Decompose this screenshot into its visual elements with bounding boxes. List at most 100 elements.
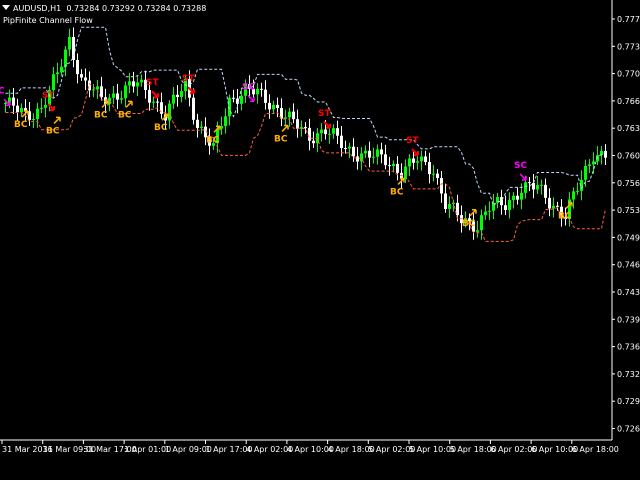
price-tick-label: 0.75665 — [617, 179, 640, 188]
price-tick-label: 0.76345 — [617, 124, 640, 133]
candle-body — [176, 94, 179, 97]
price-tick-label: 0.73965 — [617, 315, 640, 324]
candle-body — [576, 190, 579, 192]
signal-label: ST — [42, 91, 55, 101]
candle-body — [284, 117, 287, 119]
sell-arrow-icon — [151, 90, 159, 99]
candle-body — [376, 149, 379, 157]
candle-body — [480, 215, 483, 231]
candle-body — [128, 81, 131, 86]
candle-body — [508, 200, 511, 210]
signal-label: BC — [118, 110, 132, 120]
candle-body — [388, 165, 391, 167]
candle-body — [440, 177, 443, 194]
candle-body — [448, 204, 451, 209]
sell-arrow-icon — [411, 148, 419, 157]
signal-label: SC — [242, 82, 255, 92]
price-tick-label: 0.77705 — [617, 15, 640, 24]
candle-body — [100, 86, 103, 98]
price-tick-label: 0.77025 — [617, 70, 640, 79]
signal-label: ST — [406, 136, 419, 146]
price-tick-label: 0.76005 — [617, 152, 640, 161]
price-tick-label: 0.73285 — [617, 370, 640, 379]
candle-body — [520, 192, 523, 200]
candle-body — [592, 161, 595, 165]
signal-label: SC — [514, 161, 527, 171]
candle-body — [140, 79, 143, 83]
candle-body — [92, 89, 95, 91]
candle-body — [412, 158, 415, 163]
candle-body — [40, 107, 43, 109]
candle-body — [484, 211, 487, 216]
price-tick-label: 0.74985 — [617, 233, 640, 242]
buy-arrow-icon — [281, 124, 289, 132]
candle-body — [152, 101, 155, 103]
candle-body — [384, 154, 387, 166]
signal-label: ST — [182, 74, 195, 84]
candle-body — [356, 156, 359, 162]
candle-body — [512, 195, 515, 201]
candle-body — [36, 108, 39, 120]
candle-body — [364, 150, 367, 154]
candle-body — [420, 156, 423, 162]
signal-label: BC — [14, 120, 28, 130]
price-axis-labels: 0.77705 0.77365 0.77025 0.76685 0.76345 0.760… — [612, 15, 640, 434]
candle-body — [320, 129, 323, 134]
candle-body — [548, 197, 551, 209]
candle-body — [428, 162, 431, 175]
candle-body — [64, 49, 67, 67]
candle-body — [436, 173, 439, 178]
signal-label: BC — [94, 110, 108, 120]
candle-body — [540, 184, 543, 186]
candle-body — [324, 129, 327, 135]
price-chart[interactable]: 0.77705 0.77365 0.77025 0.76685 0.76345 0.760… — [0, 0, 640, 480]
candle-body — [68, 36, 71, 50]
candle-body — [288, 111, 291, 118]
candle-body — [588, 164, 591, 167]
price-tick-label: 0.74645 — [617, 261, 640, 270]
candle-body — [272, 104, 275, 110]
candle-body — [112, 93, 115, 98]
candle-body — [552, 205, 555, 209]
candle-body — [132, 81, 135, 87]
candle-body — [56, 72, 59, 75]
candle-body — [276, 104, 279, 109]
candle-body — [584, 166, 587, 180]
candle-body — [200, 126, 203, 128]
candle-body — [344, 148, 347, 150]
candle-body — [4, 102, 7, 104]
candle-body — [296, 119, 299, 129]
candle-body — [96, 86, 99, 90]
time-tick-label: 6 Apr 18:00 — [572, 445, 619, 454]
candle-body — [16, 105, 19, 113]
candle-body — [124, 85, 127, 99]
candle-body — [572, 191, 575, 200]
signal-label: ST — [146, 78, 159, 88]
candle-body — [260, 88, 263, 90]
signal-label: C — [0, 86, 5, 96]
candle-body — [336, 128, 339, 136]
candle-body — [544, 184, 547, 198]
candle-body — [224, 116, 227, 127]
signal-label: BC — [154, 123, 168, 133]
dropdown-triangle-icon[interactable] — [2, 5, 10, 10]
candle-body — [432, 173, 435, 175]
candle-body — [292, 111, 295, 120]
candle-body — [396, 163, 399, 173]
symbol-label: AUDUSD,H1 — [13, 4, 62, 13]
candle-body — [416, 161, 419, 163]
signal-label: BC — [206, 135, 220, 145]
candle-body — [536, 185, 539, 190]
signal-label: BC — [46, 126, 60, 136]
candle-body — [80, 74, 83, 78]
candle-body — [76, 60, 79, 75]
signal-label: ST — [318, 109, 331, 119]
signal-label: BC — [274, 134, 288, 144]
signal-label: BC — [558, 212, 572, 222]
chart-area[interactable]: 0.77705 0.77365 0.77025 0.76685 0.76345 0.760… — [0, 0, 640, 480]
candle-body — [352, 146, 355, 157]
candle-body — [136, 82, 139, 87]
candle-body — [116, 93, 119, 100]
candle-body — [20, 108, 23, 113]
candle-body — [52, 74, 55, 91]
